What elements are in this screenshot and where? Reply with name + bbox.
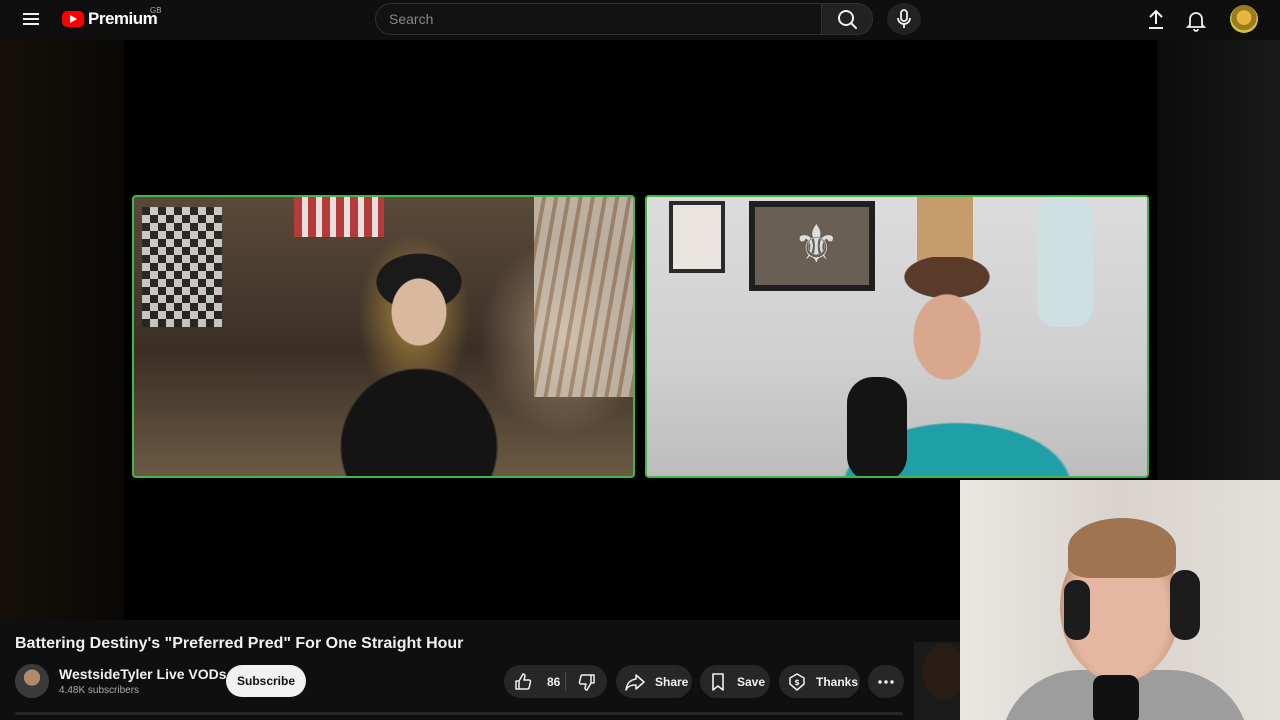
bookmark-icon	[712, 672, 724, 691]
channel-avatar[interactable]	[15, 664, 49, 698]
webcam-hair	[1068, 518, 1176, 578]
video-info: Battering Destiny's "Preferred Pred" For…	[0, 620, 960, 720]
search-button[interactable]	[821, 3, 873, 35]
bell-icon	[1185, 12, 1207, 32]
thumbs-down-icon	[578, 673, 595, 691]
like-count: 86	[547, 674, 561, 689]
menu-icon[interactable]	[16, 6, 46, 32]
more-actions-button[interactable]	[868, 665, 904, 698]
left-camera-feed	[132, 195, 635, 478]
share-label: Share	[655, 674, 689, 689]
window-blinds	[534, 197, 633, 397]
youtube-logo-icon	[62, 11, 84, 27]
video-title: Battering Destiny's "Preferred Pred" For…	[15, 635, 464, 652]
svg-text:$: $	[794, 678, 800, 687]
subscribe-button[interactable]: Subscribe	[226, 665, 306, 697]
channel-name[interactable]: WestsideTyler Live VODs	[59, 666, 227, 682]
dislike-button[interactable]	[566, 665, 607, 698]
search-input[interactable]	[375, 3, 821, 35]
upload-icon	[1149, 9, 1163, 29]
thumbs-up-icon	[515, 672, 532, 690]
save-label: Save	[737, 674, 766, 689]
account-avatar[interactable]	[1230, 5, 1258, 33]
search-icon	[838, 10, 857, 29]
description-edge	[15, 712, 903, 715]
headphone-left	[1064, 580, 1090, 640]
mic-icon	[897, 9, 911, 28]
wall-frame	[669, 201, 725, 273]
save-button[interactable]: Save	[700, 665, 770, 698]
video-right-edge	[1157, 40, 1280, 480]
recommended-thumbnail[interactable]	[914, 642, 960, 720]
notifications-button[interactable]	[1184, 8, 1208, 32]
checkered-chair	[142, 207, 222, 327]
thanks-label: Thanks	[816, 674, 859, 689]
upload-button[interactable]	[1144, 8, 1168, 32]
podcast-mic	[847, 377, 907, 476]
thanks-button[interactable]: $ Thanks	[779, 665, 860, 698]
video-left-edge	[0, 40, 124, 620]
webcam-mic	[1093, 675, 1139, 720]
logo-text: Premium	[88, 9, 158, 28]
subscriber-count: 4.48K subscribers	[59, 685, 140, 696]
search-bar	[375, 3, 873, 35]
youtube-logo[interactable]: Premium	[62, 9, 158, 29]
share-icon	[625, 673, 645, 691]
like-dislike-group: 86	[504, 665, 607, 698]
right-streamer	[767, 257, 1097, 476]
webcam-overlay	[960, 480, 1280, 720]
headphone-right	[1170, 570, 1200, 640]
share-button[interactable]: Share	[616, 665, 692, 698]
top-bar: Premium GB	[0, 0, 1280, 40]
like-button[interactable]: 86	[504, 665, 564, 698]
region-code: GB	[150, 6, 162, 15]
right-camera-feed	[645, 195, 1149, 478]
flag	[294, 197, 384, 237]
voice-search-button[interactable]	[887, 3, 921, 35]
more-icon	[878, 679, 894, 684]
thanks-icon: $	[789, 672, 805, 691]
left-streamer	[314, 237, 524, 476]
